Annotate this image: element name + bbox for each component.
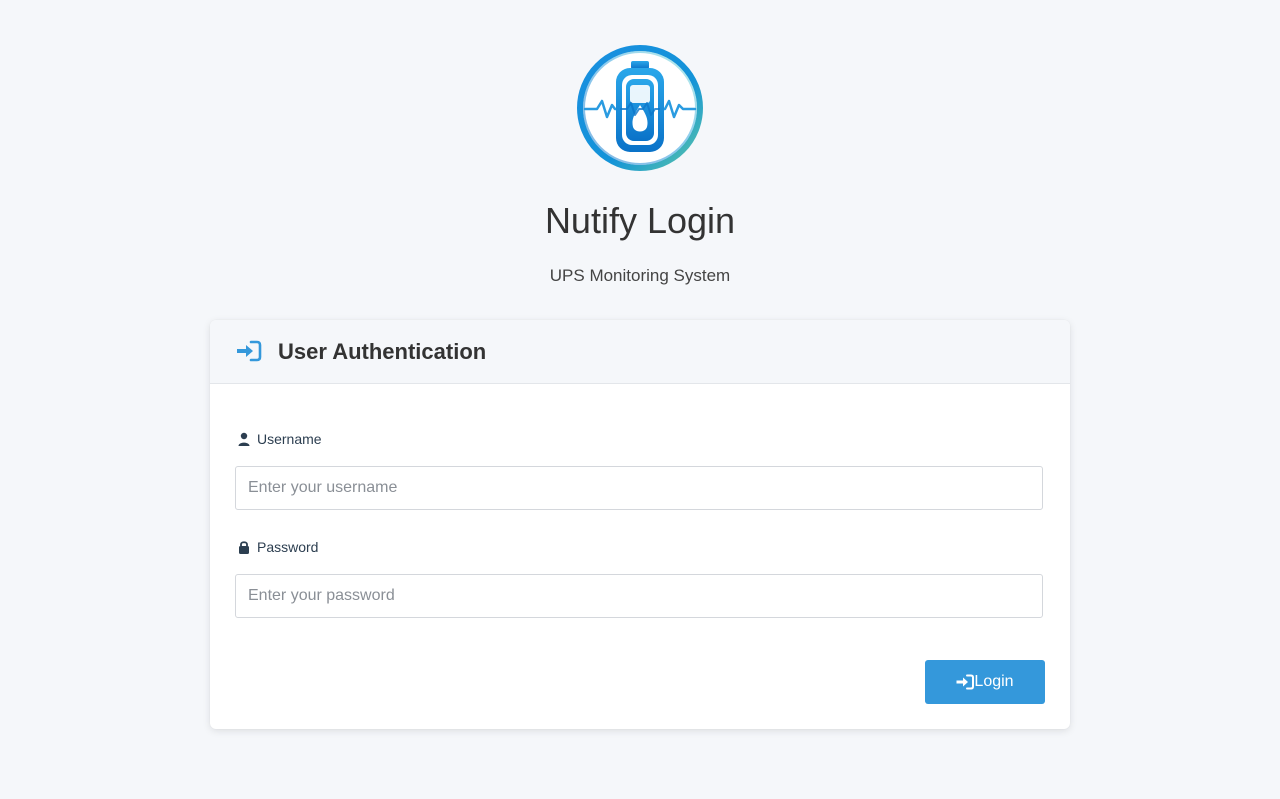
password-label-text: Password bbox=[257, 539, 319, 555]
card-header-title: User Authentication bbox=[278, 339, 487, 364]
login-button[interactable]: Login bbox=[925, 660, 1045, 704]
lock-icon bbox=[237, 540, 251, 554]
username-input[interactable] bbox=[235, 466, 1043, 510]
user-icon bbox=[237, 432, 251, 446]
sign-in-icon bbox=[956, 674, 975, 690]
battery-pulse-icon bbox=[577, 45, 703, 171]
page-subtitle: UPS Monitoring System bbox=[549, 266, 731, 285]
page-title: Nutify Login bbox=[544, 200, 736, 241]
password-input[interactable] bbox=[235, 574, 1043, 618]
password-label: Password bbox=[237, 538, 318, 556]
login-button-label: Login bbox=[974, 673, 1014, 690]
login-card: User Authentication Username Password Lo… bbox=[210, 320, 1070, 729]
card-header: User Authentication bbox=[210, 320, 1070, 384]
nutify-logo bbox=[575, 43, 705, 173]
username-label-text: Username bbox=[257, 431, 322, 447]
username-label: Username bbox=[237, 430, 322, 448]
sign-in-icon bbox=[236, 340, 262, 362]
